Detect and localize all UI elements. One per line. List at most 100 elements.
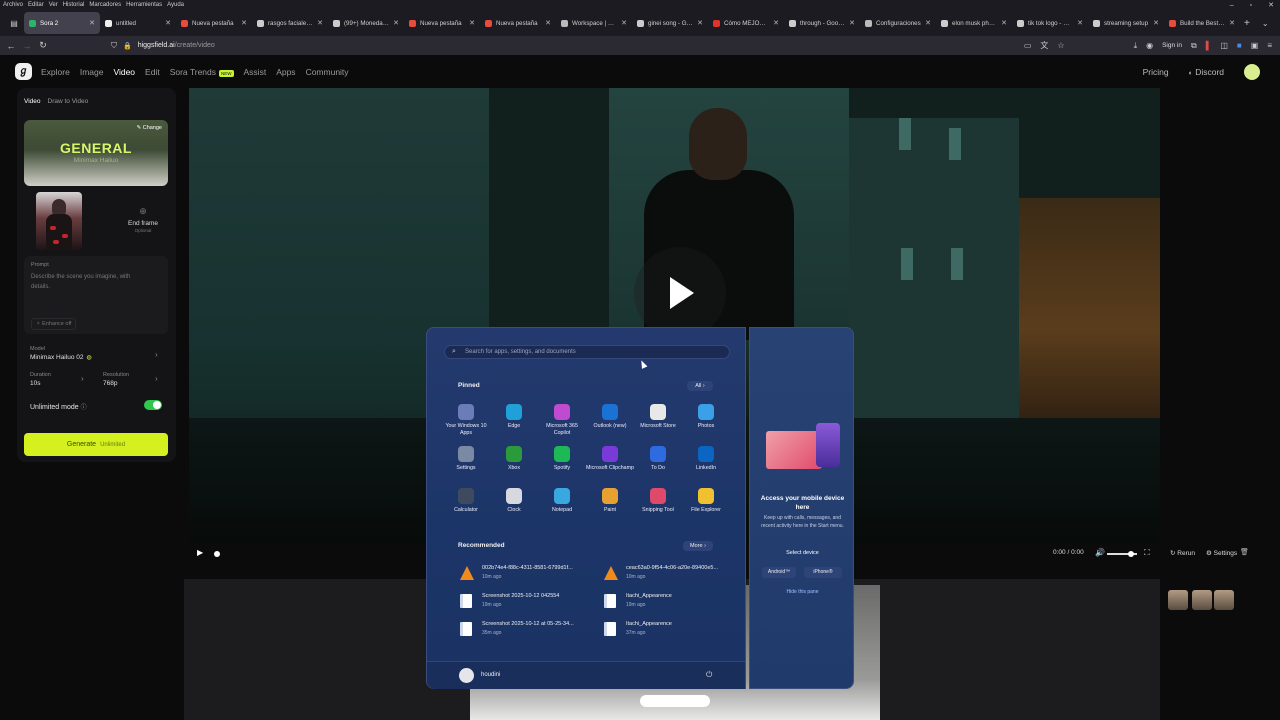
browser-tab[interactable]: Build the Best Mi ✕ <box>1164 12 1240 34</box>
new-tab-icon[interactable]: + <box>1244 18 1250 29</box>
history-thumbnail[interactable] <box>1192 590 1212 610</box>
tab-draw-to-video[interactable]: Draw to Video <box>48 98 89 105</box>
browser-tab[interactable]: through - Google ✕ <box>784 12 860 34</box>
tab-close-icon[interactable]: ✕ <box>165 19 171 27</box>
translate-icon[interactable]: 文 <box>1040 40 1048 51</box>
back-icon[interactable]: ← <box>3 41 19 51</box>
browser-tab[interactable]: ginei song - Goog ✕ <box>632 12 708 34</box>
trash-icon[interactable]: 🗑 <box>1240 548 1249 556</box>
unlimited-mode-toggle[interactable] <box>144 400 162 410</box>
menu-marcadores[interactable]: Marcadores <box>89 2 121 8</box>
menu-ayuda[interactable]: Ayuda <box>167 2 184 8</box>
minimize-icon[interactable]: – <box>1230 2 1234 9</box>
pinned-app[interactable]: Paint <box>586 488 634 514</box>
pinned-app[interactable]: File Explorer <box>682 488 730 514</box>
tab-close-icon[interactable]: ✕ <box>621 19 627 27</box>
pinned-app[interactable]: LinkedIn <box>682 446 730 472</box>
recommended-item[interactable]: 002b74e4-f88c-4311-8581-6799d1f... 10m ag… <box>456 563 596 585</box>
change-model-button[interactable]: ✎ Change <box>137 125 162 131</box>
tab-close-icon[interactable]: ✕ <box>697 19 703 27</box>
pricing-link[interactable]: Pricing <box>1143 67 1169 77</box>
pinned-app[interactable]: Snipping Tool <box>634 488 682 514</box>
menu-editar[interactable]: Editar <box>28 2 44 8</box>
browser-tab[interactable]: streaming setup ✕ <box>1088 12 1164 34</box>
tab-list-icon[interactable]: ▤ <box>4 19 24 28</box>
shield-icon[interactable]: ⛉ <box>111 41 117 51</box>
nav-sora-trends[interactable]: Sora Trends NEW <box>170 67 234 77</box>
menu-ver[interactable]: Ver <box>49 2 58 8</box>
generate-button[interactable]: Generate Unlimited <box>24 433 168 456</box>
volume-handle[interactable] <box>1128 551 1134 557</box>
browser-tab[interactable]: Workspace | LIVE ✕ <box>556 12 632 34</box>
pinned-app[interactable]: Outlook (new) <box>586 404 634 430</box>
nav-image[interactable]: Image <box>80 67 104 77</box>
menu-herramientas[interactable]: Herramientas <box>126 2 162 8</box>
browser-tab[interactable]: (99+) Monedas de ✕ <box>328 12 404 34</box>
pinned-app[interactable]: Photos <box>682 404 730 430</box>
tab-close-icon[interactable]: ✕ <box>1153 19 1159 27</box>
power-icon[interactable]: ⏻ <box>706 670 712 680</box>
pinned-app[interactable]: Microsoft 365 Copilot <box>538 404 586 437</box>
forward-icon[interactable]: → <box>19 41 35 51</box>
pinned-app[interactable]: Calculator <box>442 488 490 514</box>
start-search-input[interactable]: ⌕ Search for apps, settings, and documen… <box>444 345 730 359</box>
pinned-app[interactable]: Microsoft Clipchamp <box>586 446 634 472</box>
browser-tab[interactable]: Cómo MEJORAR ✕ <box>708 12 784 34</box>
volume-icon[interactable]: 🔊 <box>1095 548 1105 557</box>
extension-blue-icon[interactable]: ■ <box>1237 41 1242 50</box>
nav-explore[interactable]: Explore <box>41 67 70 77</box>
pinned-app[interactable]: Your Windows 10 Apps <box>442 404 490 437</box>
tab-close-icon[interactable]: ✕ <box>849 19 855 27</box>
tab-overflow-icon[interactable]: ⌄ <box>1262 19 1269 28</box>
pinned-app[interactable]: Clock <box>490 488 538 514</box>
history-thumbnail[interactable] <box>1168 590 1188 610</box>
tab-close-icon[interactable]: ✕ <box>89 19 95 27</box>
browser-tab[interactable]: untitled ✕ <box>100 12 176 34</box>
user-account-icon[interactable] <box>459 668 474 683</box>
extension-box-icon[interactable]: ▣ <box>1251 41 1259 50</box>
sign-in-button[interactable]: Sign in <box>1162 42 1182 49</box>
iphone-button[interactable]: iPhone® <box>804 567 842 578</box>
model-select[interactable]: Model Minimax Hailuo 02 ◍ <box>30 346 164 361</box>
nav-apps[interactable]: Apps <box>276 67 295 77</box>
recommended-item[interactable]: Screenshot 2025-10-12 at 05-25-34... 35m … <box>456 619 596 641</box>
nav-edit[interactable]: Edit <box>145 67 160 77</box>
tab-close-icon[interactable]: ✕ <box>393 19 399 27</box>
url-bar[interactable]: ⛉ 🔒 higgsfield.ai/create/video <box>111 41 215 51</box>
browser-tab[interactable]: elon musk photo ✕ <box>936 12 1012 34</box>
nav-assist[interactable]: Assist <box>244 67 267 77</box>
account-icon[interactable]: ◉ <box>1146 41 1153 50</box>
reader-view-icon[interactable]: ▭ <box>1024 41 1032 50</box>
tab-close-icon[interactable]: ✕ <box>317 19 323 27</box>
pinned-app[interactable]: Settings <box>442 446 490 472</box>
resolution-select[interactable]: Resolution 768p <box>103 372 163 387</box>
lock-icon[interactable]: 🔒 <box>123 42 132 50</box>
extension-grey-icon[interactable]: ◫ <box>1220 41 1228 50</box>
recommended-item[interactable]: Itachi_Appearence 37m ago <box>600 619 740 641</box>
discord-link[interactable]: ◐ Discord <box>1189 67 1224 77</box>
higgsfield-logo-icon[interactable]: ℊ <box>15 63 32 80</box>
tab-close-icon[interactable]: ✕ <box>1229 19 1235 27</box>
menu-archivo[interactable]: Archivo <box>3 2 23 8</box>
android-button[interactable]: Android™ <box>762 567 796 578</box>
browser-tab[interactable]: Nueva pestaña ✕ <box>176 12 252 34</box>
pinned-app[interactable]: To Do <box>634 446 682 472</box>
end-frame-slot[interactable]: ⊕ End frame Optional <box>117 192 169 250</box>
recommended-item[interactable]: Itachi_Appearence 19m ago <box>600 591 740 613</box>
enhance-toggle[interactable]: ✧ Enhance off <box>31 318 77 330</box>
recommended-item[interactable]: Screenshot 2025-10-12 042554 19m ago <box>456 591 596 613</box>
play-overlay-button[interactable] <box>634 247 726 339</box>
user-name[interactable]: houdini <box>481 672 500 678</box>
info-icon[interactable]: ⓘ <box>81 405 87 411</box>
browser-tab[interactable]: tik tok logo - Goo ✕ <box>1012 12 1088 34</box>
tab-close-icon[interactable]: ✕ <box>241 19 247 27</box>
more-button[interactable]: More › <box>683 541 713 551</box>
downloads-icon[interactable]: ⤓ <box>1134 41 1138 51</box>
tab-close-icon[interactable]: ✕ <box>1077 19 1083 27</box>
nav-community[interactable]: Community <box>306 67 349 77</box>
browser-tab[interactable]: Configuraciones ✕ <box>860 12 936 34</box>
tab-close-icon[interactable]: ✕ <box>773 19 779 27</box>
tab-close-icon[interactable]: ✕ <box>469 19 475 27</box>
pinned-app[interactable]: Microsoft Store <box>634 404 682 430</box>
settings-button[interactable]: ⚙ Settings <box>1206 549 1237 557</box>
